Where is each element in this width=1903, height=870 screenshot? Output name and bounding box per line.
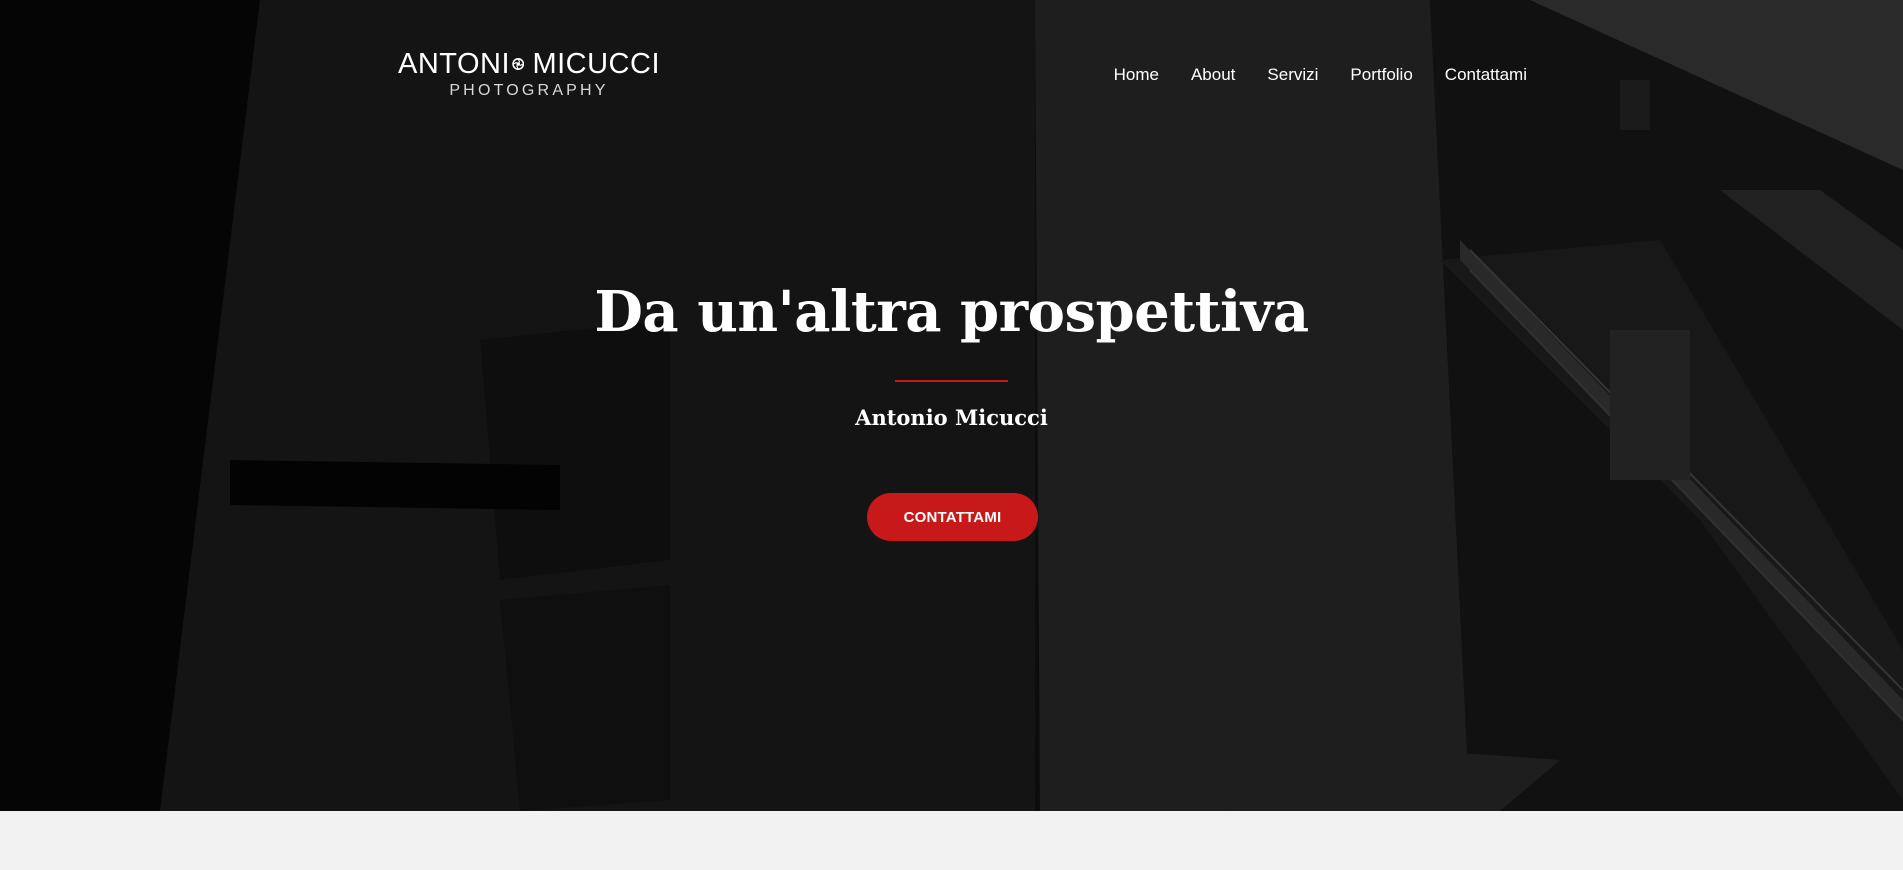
site-logo[interactable]: ANTONI MICUCCI PHOTOGRAPHY xyxy=(398,48,660,101)
nav-item-contattami[interactable]: Contattami xyxy=(1445,64,1527,86)
nav-item-home[interactable]: Home xyxy=(1114,64,1159,86)
nav-item-portfolio[interactable]: Portfolio xyxy=(1350,64,1412,86)
main-nav: Home About Servizi Portfolio Contattami xyxy=(1114,64,1527,86)
logo-name-part2: MICUCCI xyxy=(532,48,660,80)
hero-divider xyxy=(895,380,1008,382)
nav-item-servizi[interactable]: Servizi xyxy=(1267,64,1318,86)
nav-item-about[interactable]: About xyxy=(1191,64,1235,86)
hero-section: ANTONI MICUCCI PHOTOGRAPHY Home About Se… xyxy=(0,0,1903,811)
logo-tagline: PHOTOGRAPHY xyxy=(449,82,609,99)
logo-name-part1: ANTONI xyxy=(398,48,511,80)
logo-name: ANTONI MICUCCI xyxy=(398,48,660,80)
camera-aperture-icon xyxy=(512,58,525,70)
hero-title: Da un'altra prospettiva xyxy=(594,279,1309,345)
next-section xyxy=(0,811,1903,870)
contact-button[interactable]: CONTATTAMI xyxy=(867,493,1038,541)
hero-subtitle: Antonio Micucci xyxy=(855,405,1048,430)
